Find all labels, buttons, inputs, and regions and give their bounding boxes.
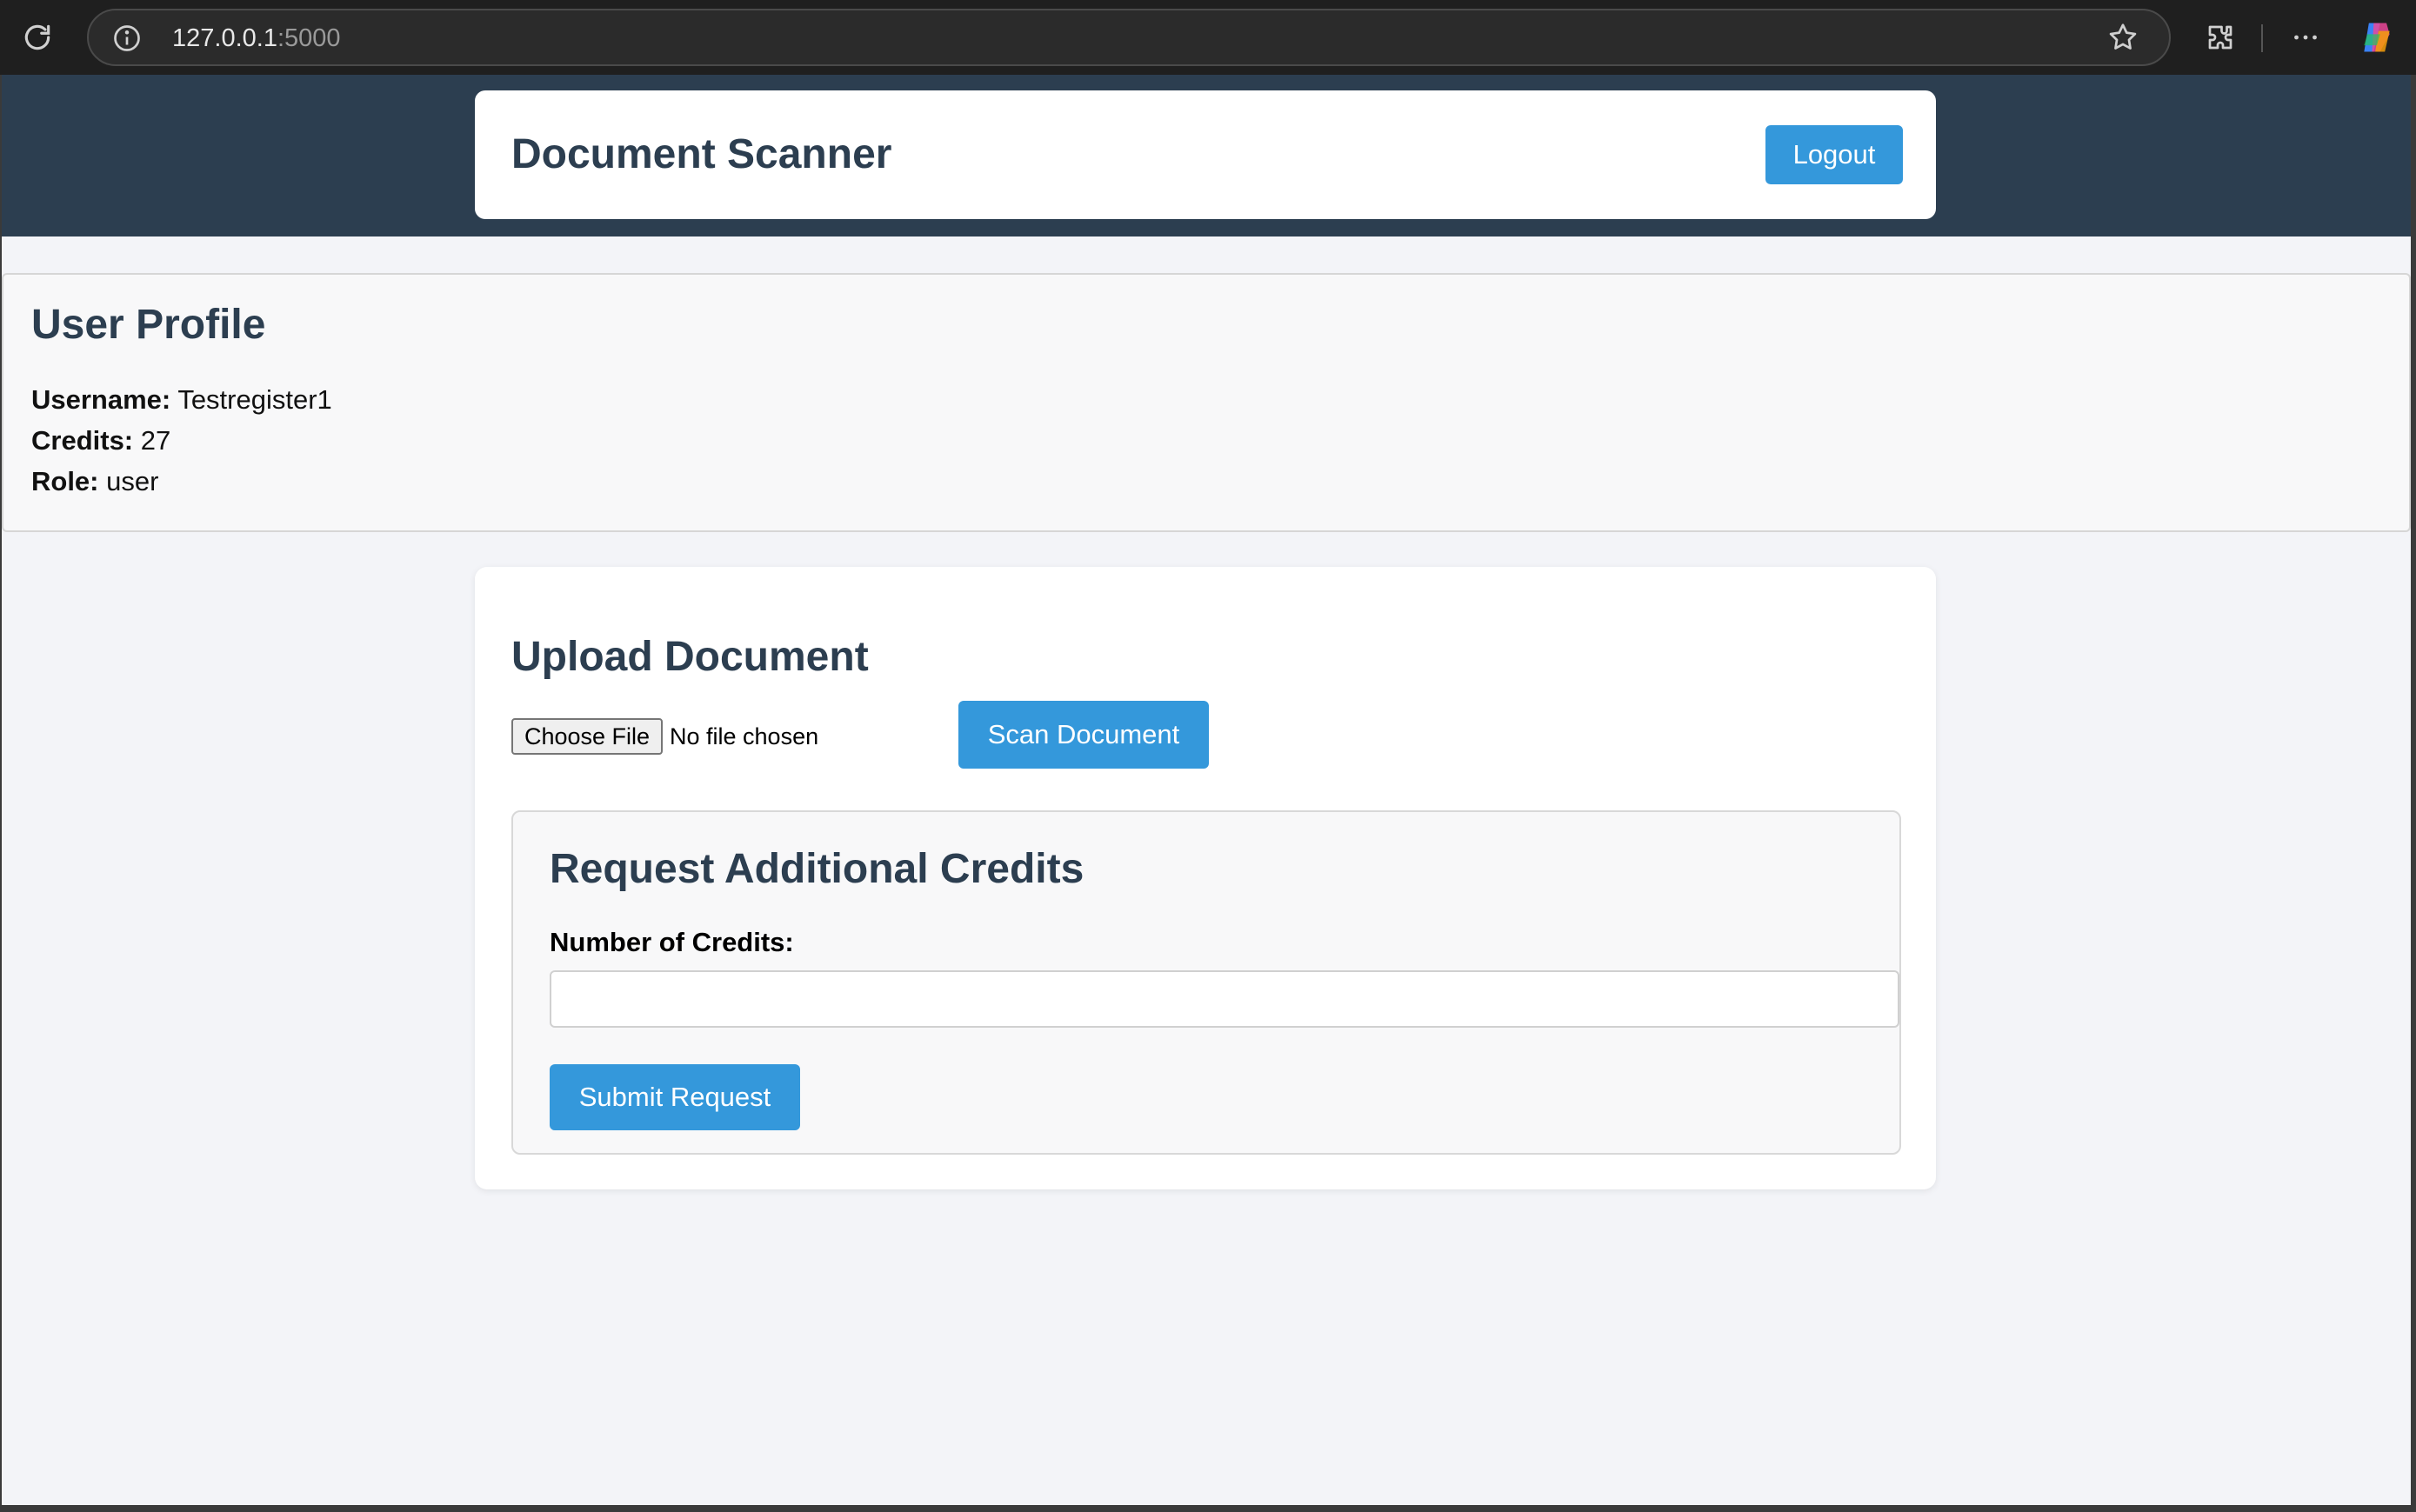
- username-label: Username:: [31, 384, 171, 415]
- upload-card: Upload Document Choose File No file chos…: [475, 567, 1936, 1189]
- scan-document-button[interactable]: Scan Document: [958, 701, 1209, 769]
- reload-icon[interactable]: [16, 16, 59, 59]
- app-header: Document Scanner Logout: [475, 90, 1936, 219]
- logout-button[interactable]: Logout: [1765, 125, 1903, 184]
- credit-request-form: Request Additional Credits Number of Cre…: [511, 810, 1901, 1155]
- url-port: :5000: [277, 24, 341, 52]
- upload-title: Upload Document: [511, 634, 869, 680]
- favorite-star-icon[interactable]: [2106, 21, 2139, 58]
- url-host: 127.0.0.1: [172, 24, 277, 52]
- file-status-text: No file chosen: [670, 723, 819, 749]
- user-profile-section: User Profile Username: Testregister1 Cre…: [2, 273, 2411, 532]
- role-line: Role: user: [31, 466, 158, 497]
- page-viewport: Document Scanner Logout User Profile Use…: [2, 75, 2411, 1505]
- username-value: Testregister1: [177, 384, 332, 415]
- username-line: Username: Testregister1: [31, 384, 332, 416]
- credits-line: Credits: 27: [31, 425, 170, 456]
- credits-value: 27: [140, 425, 171, 456]
- window-bottom-border: [0, 1505, 2416, 1512]
- choose-file-button[interactable]: Choose File: [511, 718, 663, 755]
- url-text: 127.0.0.1:5000: [172, 24, 341, 53]
- extensions-icon[interactable]: [2199, 16, 2242, 59]
- info-icon[interactable]: [111, 23, 143, 58]
- submit-request-button[interactable]: Submit Request: [550, 1064, 800, 1130]
- copilot-icon[interactable]: [2355, 16, 2399, 59]
- credits-input[interactable]: [550, 970, 1899, 1028]
- profile-title: User Profile: [31, 302, 266, 348]
- role-label: Role:: [31, 466, 99, 496]
- address-bar[interactable]: 127.0.0.1:5000: [87, 9, 2171, 66]
- more-menu-icon[interactable]: [2284, 16, 2327, 59]
- role-value: user: [106, 466, 159, 496]
- toolbar-separator: [2261, 24, 2263, 52]
- credits-field-label: Number of Credits:: [550, 927, 794, 957]
- credits-label: Credits:: [31, 425, 134, 456]
- browser-toolbar: 127.0.0.1:5000: [0, 0, 2416, 75]
- app-title: Document Scanner: [511, 131, 892, 177]
- credit-request-title: Request Additional Credits: [550, 846, 1085, 892]
